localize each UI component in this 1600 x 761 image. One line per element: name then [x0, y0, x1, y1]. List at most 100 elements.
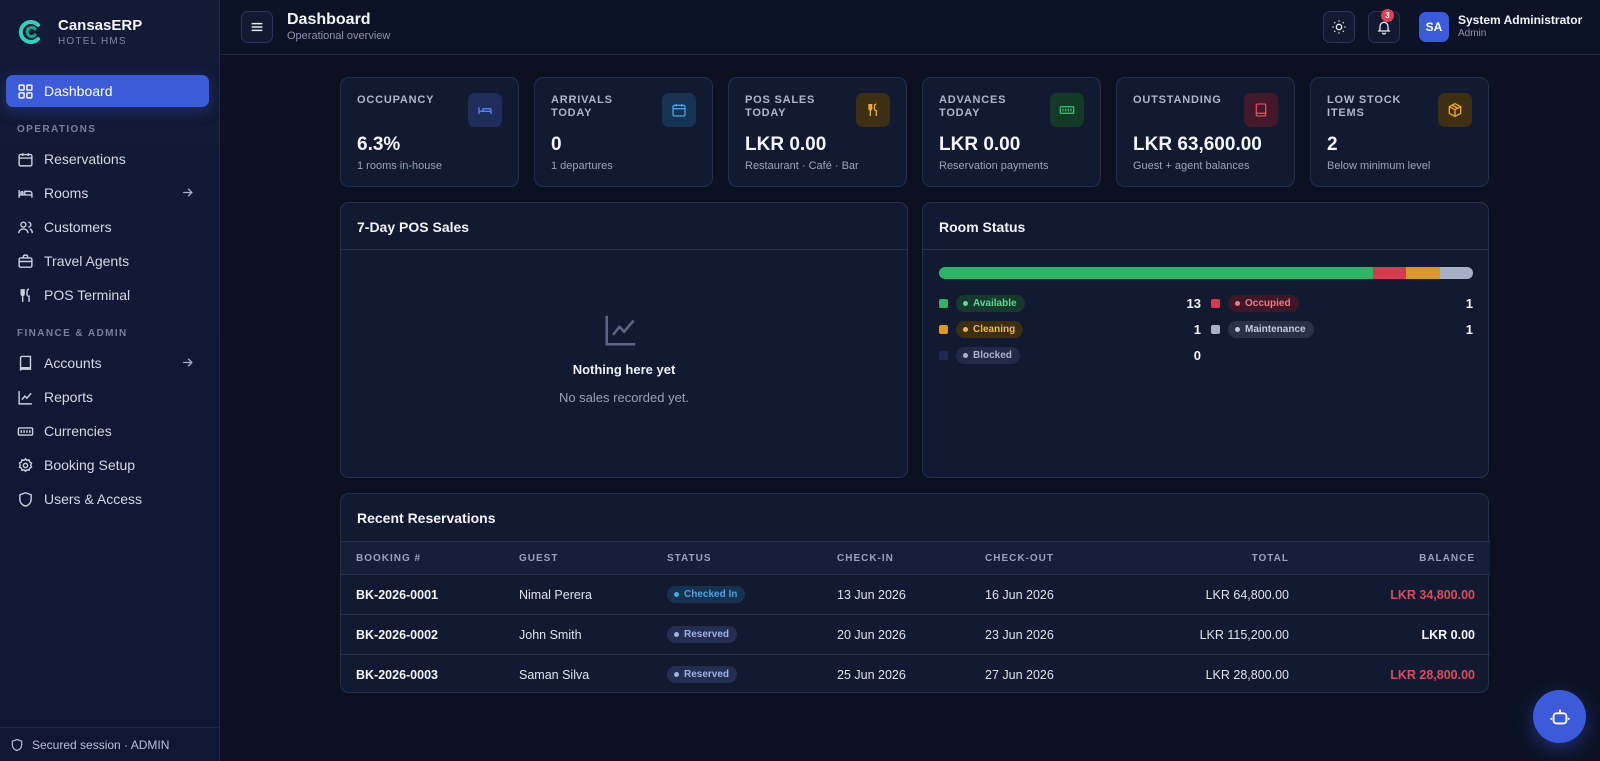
- empty-state-title: Nothing here yet: [572, 362, 676, 377]
- user-role: Admin: [1458, 28, 1487, 39]
- guest-name: Nimal Perera: [519, 574, 667, 615]
- booking-number[interactable]: BK-2026-0002: [341, 614, 519, 655]
- grid-icon: [18, 83, 33, 99]
- card-subtext: Reservation payments: [939, 160, 1049, 172]
- column-header[interactable]: CHECK-IN: [837, 541, 985, 575]
- user-name[interactable]: System Administrator: [1458, 13, 1582, 27]
- status-row-occupied: Occupied 1: [1211, 294, 1473, 312]
- kpi-card-pos-sales-today: POS SALES TODAY LKR 0.00 Restaurant · Ca…: [728, 77, 907, 187]
- status-badge: Reserved: [667, 626, 738, 643]
- status-label: Reserved: [684, 669, 730, 681]
- sidebar-item-users-access[interactable]: Users & Access: [6, 483, 209, 515]
- notifications-button[interactable]: 3: [1368, 9, 1400, 43]
- sidebar-item-reservations[interactable]: Reservations: [6, 143, 209, 175]
- card-label: OCCUPANCY: [357, 94, 435, 106]
- status-bar-segment: [1406, 267, 1440, 279]
- kpi-card-occupancy: OCCUPANCY 6.3% 1 rooms in-house: [340, 77, 519, 187]
- card-value: 6.3%: [357, 134, 401, 155]
- pos-sales-panel: 7-Day POS Sales Nothing here yet No sale…: [340, 202, 908, 478]
- balance-amount: LKR 34,800.00: [1289, 574, 1490, 615]
- booking-number[interactable]: BK-2026-0003: [341, 655, 519, 695]
- users-icon: [18, 220, 33, 233]
- status-label: Cleaning: [973, 323, 1016, 335]
- sidebar-item-label: Rooms: [44, 185, 89, 201]
- status-pill: Available: [956, 294, 1025, 312]
- shield-icon: [19, 491, 32, 507]
- banknote-icon: [17, 426, 34, 436]
- sidebar-item-accounts[interactable]: Accounts: [6, 347, 209, 379]
- bed-icon: [18, 189, 33, 198]
- status-cell: Reserved: [667, 655, 837, 695]
- gear-icon: [18, 457, 33, 472]
- guest-name: Saman Silva: [519, 667, 590, 682]
- check-out-date: 23 Jun 2026: [985, 614, 1135, 655]
- status-label: Maintenance: [1245, 323, 1306, 335]
- column-header[interactable]: STATUS: [667, 541, 837, 575]
- column-header[interactable]: GUEST: [519, 541, 667, 575]
- brand[interactable]: CansasERP HOTEL HMS: [16, 17, 142, 47]
- panel-title: Room Status: [923, 203, 1488, 250]
- top-header: Dashboard Operational overview 3 SA Syst…: [220, 0, 1600, 55]
- column-header[interactable]: BALANCE: [1289, 541, 1490, 575]
- check-in-date: 25 Jun 2026: [837, 667, 906, 682]
- sidebar-item-dashboard[interactable]: Dashboard: [6, 75, 209, 107]
- status-badge: Reserved: [667, 666, 738, 684]
- calendar-icon: [18, 152, 33, 167]
- table-row[interactable]: BK-2026-0002 John Smith Reserved 20 Jun …: [341, 614, 1490, 655]
- sidebar-item-label: Users & Access: [44, 491, 143, 507]
- sidebar-item-travel-agents[interactable]: Travel Agents: [6, 245, 209, 277]
- theme-toggle-button[interactable]: [1323, 11, 1355, 43]
- table-row[interactable]: BK-2026-0003 Saman Silva Reserved 25 Jun…: [341, 655, 1490, 695]
- status-count: 13: [1186, 296, 1201, 311]
- booking-number[interactable]: BK-2026-0001: [341, 574, 519, 615]
- sidebar-item-label: Booking Setup: [44, 457, 136, 473]
- sidebar-item-currencies[interactable]: Currencies: [6, 415, 209, 447]
- status-count: 1: [1465, 296, 1473, 311]
- sidebar-item-label: POS Terminal: [44, 287, 131, 303]
- sidebar-item-label: Customers: [44, 219, 112, 235]
- arrow-right-icon: [183, 188, 193, 197]
- status-label: Blocked: [973, 349, 1012, 361]
- sidebar-item-customers[interactable]: Customers: [6, 211, 209, 243]
- kpi-card-arrivals-today: ARRIVALS TODAY 0 1 departures: [534, 77, 713, 187]
- sidebar-item-reports[interactable]: Reports: [6, 381, 209, 413]
- status-pill: Maintenance: [1228, 320, 1314, 338]
- column-header[interactable]: CHECK-OUT: [985, 541, 1135, 575]
- status-pill: Occupied: [1228, 294, 1299, 312]
- status-badge: Checked In: [667, 586, 746, 603]
- column-header[interactable]: TOTAL: [1135, 541, 1289, 575]
- status-bar-segment: [939, 267, 1373, 279]
- menu-toggle-button[interactable]: [241, 11, 273, 43]
- balance-amount: LKR 28,800.00: [1390, 667, 1475, 682]
- kpi-card-advances-today: ADVANCES TODAY LKR 0.00 Reservation paym…: [922, 77, 1101, 187]
- status-bar-segment: [1372, 267, 1407, 279]
- book-icon: [1244, 93, 1278, 127]
- notification-badge: 3: [1381, 9, 1394, 22]
- status-count: 0: [1193, 348, 1201, 363]
- card-label: POS SALES TODAY: [745, 94, 816, 119]
- card-value: LKR 0.00: [939, 134, 1021, 155]
- sidebar: CansasERP HOTEL HMS Dashboard OPERATIONS…: [0, 0, 220, 761]
- hamburger-icon: [251, 22, 263, 32]
- guest-name: John Smith: [519, 614, 667, 655]
- sidebar-item-booking-setup[interactable]: Booking Setup: [6, 449, 209, 481]
- brand-name: CansasERP: [58, 17, 143, 34]
- sidebar-item-pos-terminal[interactable]: POS Terminal: [6, 279, 209, 311]
- status-label: Occupied: [1245, 297, 1291, 309]
- sidebar-item-rooms[interactable]: Rooms: [6, 177, 209, 209]
- column-header[interactable]: BOOKING #: [341, 541, 519, 575]
- kpi-card-outstanding: OUTSTANDING LKR 63,600.00 Guest + agent …: [1116, 77, 1295, 187]
- page-subtitle: Operational overview: [287, 30, 391, 42]
- avatar[interactable]: SA: [1419, 12, 1449, 42]
- table-row[interactable]: BK-2026-0001 Nimal Perera Checked In 13 …: [341, 574, 1490, 615]
- sidebar-item-label: Travel Agents: [44, 253, 130, 269]
- briefcase-icon: [18, 253, 33, 268]
- check-in-date: 20 Jun 2026: [837, 614, 985, 655]
- status-row-maintenance: Maintenance 1: [1211, 320, 1473, 338]
- card-label: ARRIVALS TODAY: [551, 94, 613, 119]
- arrow-right-icon: [183, 358, 193, 367]
- card-subtext: Below minimum level: [1327, 160, 1431, 172]
- card-value: LKR 0.00: [745, 134, 827, 155]
- assistant-button[interactable]: [1533, 690, 1586, 743]
- sun-icon: [1332, 20, 1346, 34]
